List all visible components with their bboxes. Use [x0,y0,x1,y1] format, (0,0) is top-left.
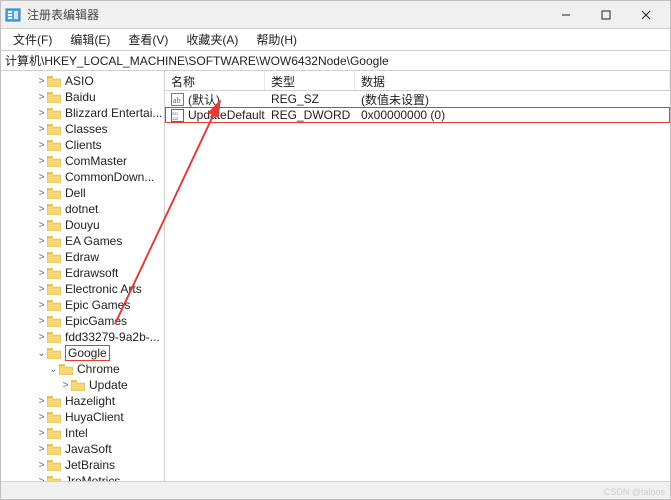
tree-item[interactable]: >JavaSoft [1,441,164,457]
minimize-button[interactable] [546,1,586,29]
menu-view[interactable]: 查看(V) [120,29,176,50]
svg-text:110: 110 [172,116,179,121]
maximize-button[interactable] [586,1,626,29]
tree-item[interactable]: >ComMaster [1,153,164,169]
expander-icon[interactable]: > [37,236,46,247]
svg-text:ab: ab [173,96,181,105]
expander-icon[interactable]: ⌄ [37,348,46,359]
tree-item[interactable]: >Blizzard Entertai... [1,105,164,121]
expander-icon[interactable]: > [37,300,46,311]
list-row[interactable]: 011110UpdateDefaultREG_DWORD0x00000000 (… [165,107,670,123]
regedit-icon [5,7,21,23]
expander-icon[interactable]: > [37,428,46,439]
tree-item[interactable]: ⌄Chrome [1,361,164,377]
expander-icon[interactable]: > [37,396,46,407]
column-name-header[interactable]: 名称 [165,71,265,90]
tree-item[interactable]: >ASIO [1,73,164,89]
list-body: ab(默认)REG_SZ(数值未设置)011110UpdateDefaultRE… [165,91,670,481]
tree-item[interactable]: >Epic Games [1,297,164,313]
expander-icon[interactable]: > [37,444,46,455]
expander-icon[interactable]: > [37,284,46,295]
expander-icon[interactable]: > [37,316,46,327]
expander-icon[interactable]: > [37,124,46,135]
content: >ASIO>Baidu>Blizzard Entertai...>Classes… [1,71,670,481]
column-data-header[interactable]: 数据 [355,71,670,90]
menubar: 文件(F) 编辑(E) 查看(V) 收藏夹(A) 帮助(H) [1,29,670,51]
tree-item[interactable]: >HuyaClient [1,409,164,425]
tree-item[interactable]: >EA Games [1,233,164,249]
tree-item[interactable]: >Update [1,377,164,393]
expander-icon[interactable]: > [37,460,46,471]
window: 注册表编辑器 文件(F) 编辑(E) 查看(V) 收藏夹(A) 帮助(H) 计算… [0,0,671,500]
expander-icon[interactable]: > [61,380,70,391]
expander-icon[interactable]: > [37,92,46,103]
value-data: 0x00000000 (0) [361,108,445,122]
menu-edit[interactable]: 编辑(E) [62,29,118,50]
tree-item[interactable]: >Classes [1,121,164,137]
list-pane: 名称 类型 数据 ab(默认)REG_SZ(数值未设置)011110Update… [165,71,670,481]
list-header: 名称 类型 数据 [165,71,670,91]
statusbar [1,481,670,499]
tree-item[interactable]: >Edraw [1,249,164,265]
tree-item[interactable]: >EpicGames [1,313,164,329]
tree-item[interactable]: >Hazelight [1,393,164,409]
window-title: 注册表编辑器 [27,6,546,23]
expander-icon[interactable]: > [37,268,46,279]
tree-item[interactable]: ⌄Google [1,345,164,361]
value-type: REG_DWORD [271,108,350,122]
expander-icon[interactable]: > [37,332,46,343]
expander-icon[interactable]: > [37,476,46,482]
tree-item[interactable]: >dotnet [1,201,164,217]
tree-item[interactable]: >Electronic Arts [1,281,164,297]
expander-icon[interactable]: > [37,156,46,167]
expander-icon[interactable]: > [37,412,46,423]
tree-item[interactable]: >Edrawsoft [1,265,164,281]
tree-item[interactable]: >Intel [1,425,164,441]
close-button[interactable] [626,1,666,29]
expander-icon[interactable]: > [37,108,46,119]
tree-pane[interactable]: >ASIO>Baidu>Blizzard Entertai...>Classes… [1,71,165,481]
watermark: CSDN @taloos [604,487,665,497]
expander-icon[interactable]: ⌄ [49,364,58,375]
tree-item[interactable]: >CommonDown... [1,169,164,185]
address-bar[interactable]: 计算机\HKEY_LOCAL_MACHINE\SOFTWARE\WOW6432N… [1,51,670,71]
value-data: (数值未设置) [361,91,429,108]
tree-item[interactable]: >JetBrains [1,457,164,473]
expander-icon[interactable]: > [37,188,46,199]
expander-icon[interactable]: > [37,252,46,263]
expander-icon[interactable]: > [37,172,46,183]
tree-item[interactable]: >Dell [1,185,164,201]
menu-help[interactable]: 帮助(H) [248,29,305,50]
tree-item[interactable]: >Douyu [1,217,164,233]
expander-icon[interactable]: > [37,220,46,231]
expander-icon[interactable]: > [37,140,46,151]
value-type: REG_SZ [271,92,319,106]
value-name: UpdateDefault [188,108,265,122]
list-row[interactable]: ab (默认) REG_SZ (数值未设置) [165,91,670,107]
value-name: (默认) [188,91,220,108]
tree-item[interactable]: >JreMetrics [1,473,164,481]
menu-favorites[interactable]: 收藏夹(A) [178,29,246,50]
column-type-header[interactable]: 类型 [265,71,355,90]
tree-item[interactable]: >fdd33279-9a2b-... [1,329,164,345]
tree-item[interactable]: >Clients [1,137,164,153]
tree-item[interactable]: >Baidu [1,89,164,105]
expander-icon[interactable]: > [37,204,46,215]
titlebar: 注册表编辑器 [1,1,670,29]
menu-file[interactable]: 文件(F) [5,29,60,50]
expander-icon[interactable]: > [37,76,46,87]
